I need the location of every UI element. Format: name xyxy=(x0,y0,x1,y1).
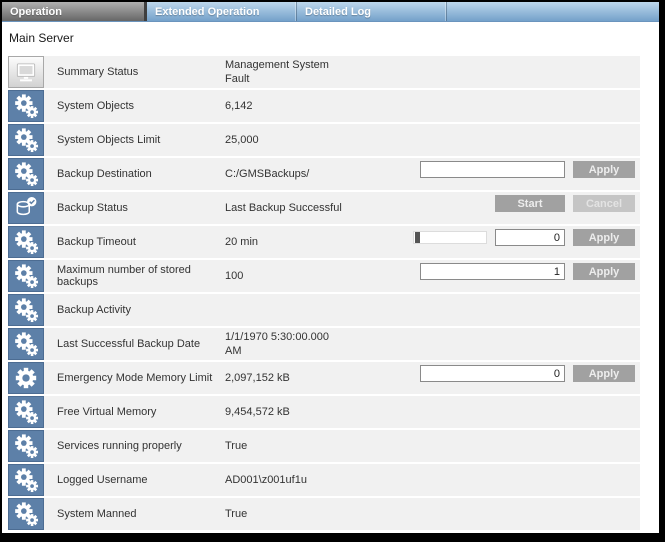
property-row: Backup Status Last Backup Successful Sta… xyxy=(8,192,640,224)
gears-icon-button[interactable] xyxy=(8,158,44,190)
gears-icon xyxy=(13,399,39,425)
property-value: AD001\z001uf1u xyxy=(225,464,375,496)
property-label: Backup Activity xyxy=(44,294,225,326)
gears-icon xyxy=(13,467,39,493)
row-controls: Start Cancel xyxy=(495,195,635,212)
tab-bar: OperationExtended OperationDetailed Log xyxy=(2,2,659,22)
row-controls: Apply xyxy=(420,161,635,178)
property-value: 1/1/1970 5:30:00.000 AM xyxy=(225,328,375,360)
property-row: Summary Status Management System Fault xyxy=(8,56,640,88)
property-value: 25,000 xyxy=(225,124,375,156)
property-row: System Manned True xyxy=(8,498,640,530)
property-row: Backup Activity xyxy=(8,294,640,326)
gears-icon-button[interactable] xyxy=(8,90,44,122)
property-row: Emergency Mode Memory Limit 2,097,152 kB… xyxy=(8,362,640,394)
property-row: Backup Timeout 20 min Apply xyxy=(8,226,640,258)
gears-icon-button[interactable] xyxy=(8,396,44,428)
gears-icon xyxy=(13,93,39,119)
property-label: Backup Destination xyxy=(44,158,225,190)
property-value: 2,097,152 kB xyxy=(225,362,375,394)
gears-icon-button[interactable] xyxy=(8,498,44,530)
gear-icon xyxy=(13,365,39,391)
row-controls: Apply xyxy=(420,263,635,280)
property-value xyxy=(225,294,375,326)
tab-detailed-log[interactable]: Detailed Log xyxy=(297,2,447,21)
property-label: Maximum number of stored backups xyxy=(44,260,225,292)
gears-icon xyxy=(13,297,39,323)
apply-button[interactable]: Apply xyxy=(573,161,635,178)
database-check-icon-button[interactable] xyxy=(8,192,44,224)
property-value: Last Backup Successful xyxy=(225,192,375,224)
property-label: Services running properly xyxy=(44,430,225,462)
monitor-icon-button[interactable] xyxy=(8,56,44,88)
property-row: System Objects 6,142 xyxy=(8,90,640,122)
property-label: Summary Status xyxy=(44,56,225,88)
page-title: Main Server xyxy=(2,22,659,54)
main-server-window: OperationExtended OperationDetailed Log … xyxy=(0,0,665,542)
property-value: 100 xyxy=(225,260,375,292)
property-value: 9,454,572 kB xyxy=(225,396,375,428)
gears-icon xyxy=(13,501,39,527)
property-value: True xyxy=(225,498,375,530)
tab-extended-operation[interactable]: Extended Operation xyxy=(147,2,297,21)
backup-timeout-input[interactable] xyxy=(495,229,565,246)
row-controls: Apply xyxy=(413,229,635,246)
property-row: Services running properly True xyxy=(8,430,640,462)
gears-icon xyxy=(13,127,39,153)
database-check-icon xyxy=(13,195,39,221)
gears-icon xyxy=(13,331,39,357)
emergency-memory-input[interactable] xyxy=(420,365,565,382)
monitor-icon xyxy=(13,59,39,85)
property-rows: Summary Status Management System Fault S… xyxy=(2,54,659,536)
backup-timeout-slider[interactable] xyxy=(413,231,487,244)
gears-icon xyxy=(13,161,39,187)
gears-icon xyxy=(13,263,39,289)
property-value: 6,142 xyxy=(225,90,375,122)
gears-icon-button[interactable] xyxy=(8,328,44,360)
property-label: Logged Username xyxy=(44,464,225,496)
property-row: Backup Destination C:/GMSBackups/ Apply xyxy=(8,158,640,190)
property-label: System Objects xyxy=(44,90,225,122)
apply-button[interactable]: Apply xyxy=(573,365,635,382)
cancel-button[interactable]: Cancel xyxy=(573,195,635,212)
gears-icon xyxy=(13,433,39,459)
gears-icon xyxy=(13,229,39,255)
property-label: Free Virtual Memory xyxy=(44,396,225,428)
gears-icon-button[interactable] xyxy=(8,124,44,156)
slider-thumb[interactable] xyxy=(415,232,420,243)
gears-icon-button[interactable] xyxy=(8,464,44,496)
property-value: Management System Fault xyxy=(225,56,375,88)
row-controls: Apply xyxy=(420,365,635,382)
gears-icon-button[interactable] xyxy=(8,430,44,462)
apply-button[interactable]: Apply xyxy=(573,229,635,246)
property-label: Emergency Mode Memory Limit xyxy=(44,362,225,394)
property-label: Last Successful Backup Date xyxy=(44,328,225,360)
property-row: Logged Username AD001\z001uf1u xyxy=(8,464,640,496)
property-label: Backup Status xyxy=(44,192,225,224)
gears-icon-button[interactable] xyxy=(8,226,44,258)
property-value: True xyxy=(225,430,375,462)
gears-icon-button[interactable] xyxy=(8,294,44,326)
property-value: 20 min xyxy=(225,226,375,258)
property-value: C:/GMSBackups/ xyxy=(225,158,375,190)
property-row: Maximum number of stored backups 100 App… xyxy=(8,260,640,292)
property-row: Last Successful Backup Date 1/1/1970 5:3… xyxy=(8,328,640,360)
start-button[interactable]: Start xyxy=(495,195,565,212)
property-label: Backup Timeout xyxy=(44,226,225,258)
property-row: Free Virtual Memory 9,454,572 kB xyxy=(8,396,640,428)
property-label: System Manned xyxy=(44,498,225,530)
backup-destination-input[interactable] xyxy=(420,161,565,178)
gears-icon-button[interactable] xyxy=(8,260,44,292)
property-label: System Objects Limit xyxy=(44,124,225,156)
max-stored-backups-input[interactable] xyxy=(420,263,565,280)
gear-icon-button[interactable] xyxy=(8,362,44,394)
tab-operation[interactable]: Operation xyxy=(2,2,147,21)
property-row: System Objects Limit 25,000 xyxy=(8,124,640,156)
apply-button[interactable]: Apply xyxy=(573,263,635,280)
